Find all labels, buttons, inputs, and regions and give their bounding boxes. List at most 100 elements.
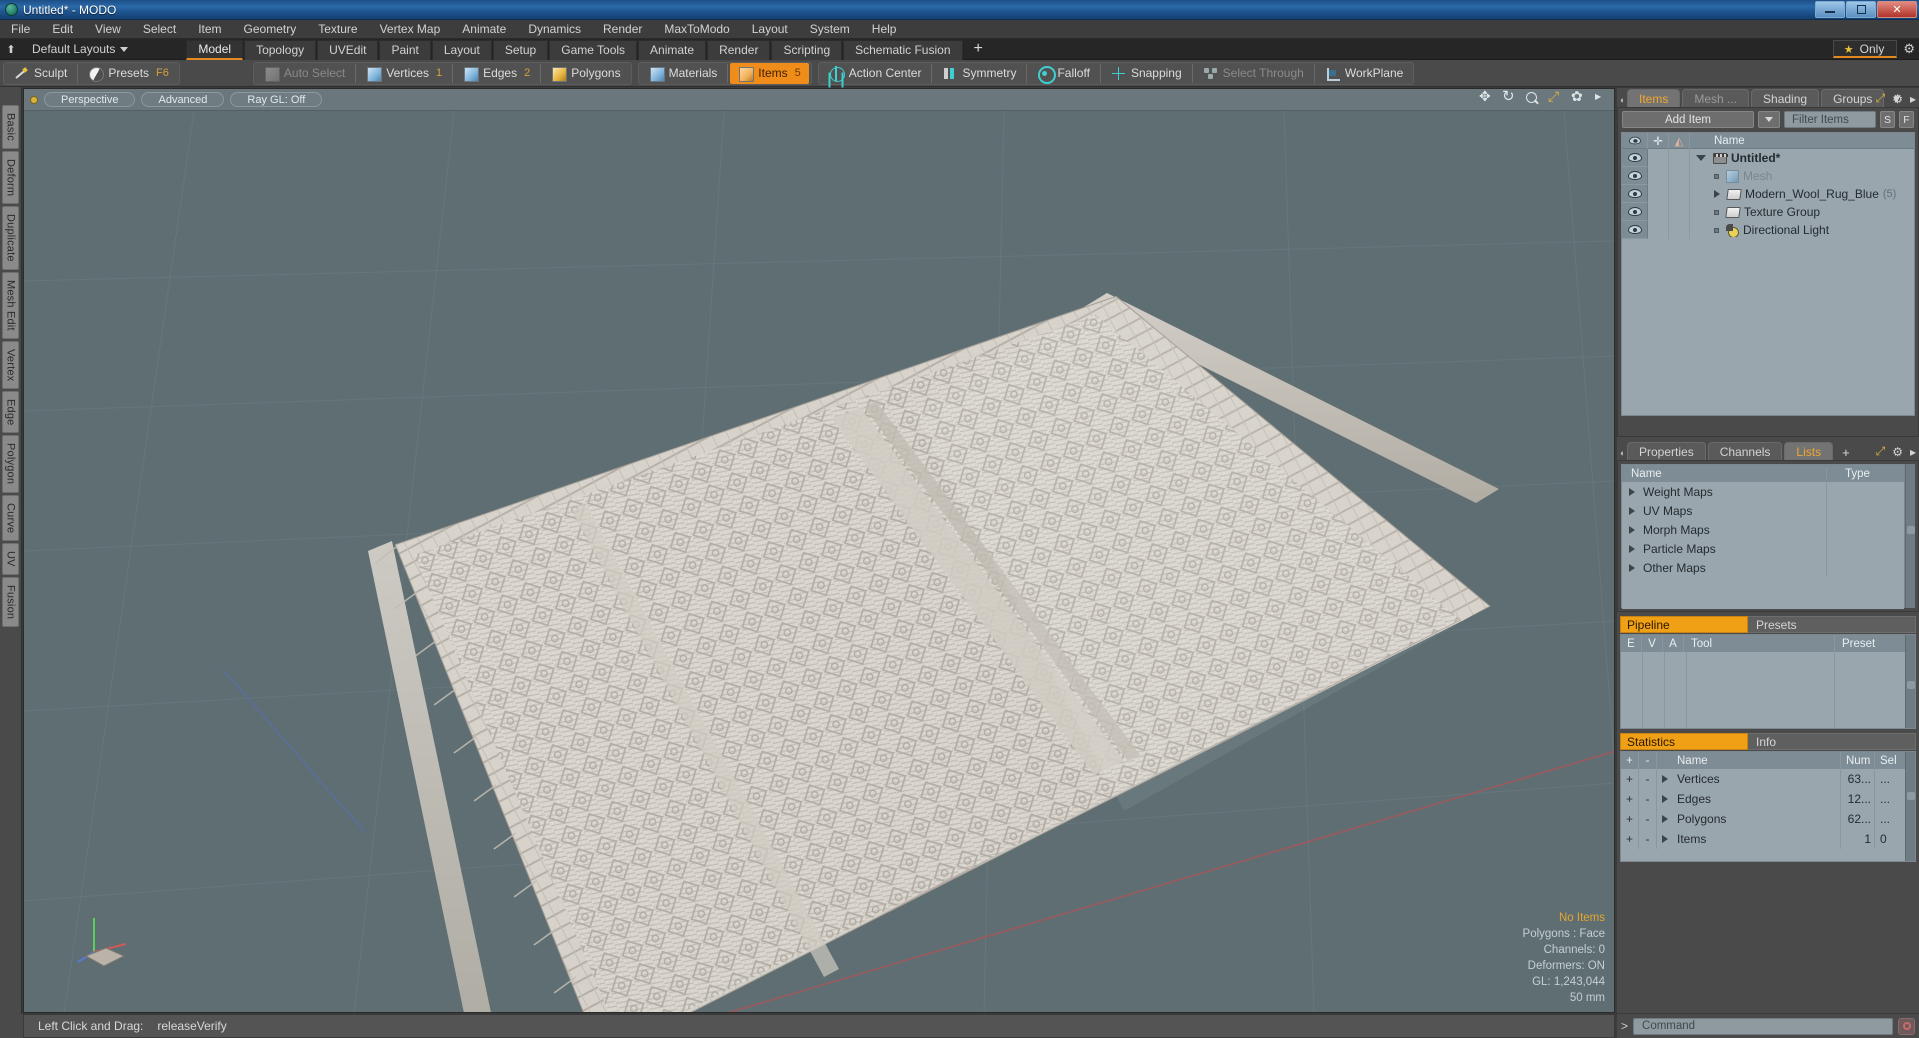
layout-tab-scripting[interactable]: Scripting	[771, 39, 843, 60]
menu-item-layout[interactable]: Layout	[741, 20, 799, 39]
menu-item-view[interactable]: View	[84, 20, 132, 39]
disclosure-closed-icon[interactable]	[1629, 563, 1635, 572]
add-item-dropdown[interactable]	[1758, 111, 1780, 128]
disclosure-closed-icon[interactable]	[1662, 775, 1668, 783]
items-tree-row[interactable]: Untitled*	[1622, 149, 1914, 167]
disclosure-open-icon[interactable]	[1696, 155, 1706, 161]
pipeline-scrollbar[interactable]	[1905, 635, 1915, 728]
record-icon[interactable]	[1898, 1017, 1915, 1035]
tool-button-presets[interactable]: Presets F6	[80, 63, 177, 84]
tool-button-auto-select[interactable]: Auto Select	[256, 63, 353, 84]
tool-button-sculpt[interactable]: Sculpt	[6, 63, 75, 84]
menu-item-item[interactable]: Item	[187, 20, 232, 39]
lock-cell[interactable]	[1648, 167, 1669, 185]
disclosure-closed-icon[interactable]	[1662, 835, 1668, 843]
filter-s-button[interactable]: S	[1880, 111, 1895, 128]
filter-f-button[interactable]: F	[1899, 111, 1914, 128]
minimize-button[interactable]	[1815, 1, 1845, 18]
tool-button-workplane[interactable]: WorkPlane	[1317, 63, 1411, 84]
chevron-right-icon[interactable]: ▸	[1910, 92, 1916, 106]
left-tab-mesh-edit[interactable]: Mesh Edit	[2, 271, 19, 339]
statistics-row[interactable]: + - Vertices 63......	[1621, 769, 1905, 789]
items-tree-row[interactable]: Texture Group	[1622, 203, 1914, 221]
gear-icon[interactable]: ⚙	[1892, 445, 1903, 459]
left-tab-basic[interactable]: Basic	[2, 105, 19, 149]
viewport-shading-button[interactable]: Advanced	[141, 92, 225, 107]
lists-scrollbar[interactable]	[1905, 464, 1915, 608]
command-input[interactable]: Command	[1633, 1017, 1893, 1035]
tab-pipeline[interactable]: Pipeline	[1620, 616, 1748, 633]
chevron-right-icon[interactable]: ▸	[1910, 445, 1916, 459]
render-cell[interactable]	[1669, 167, 1690, 185]
tab-presets[interactable]: Presets	[1748, 616, 1916, 633]
left-tab-uv[interactable]: UV	[2, 542, 19, 575]
menu-item-texture[interactable]: Texture	[307, 20, 368, 39]
close-button[interactable]: ✕	[1877, 1, 1917, 18]
disclosure-closed-icon[interactable]	[1629, 544, 1635, 553]
statistics-scrollbar[interactable]	[1905, 752, 1915, 861]
viewport-raygl-button[interactable]: Ray GL: Off	[230, 92, 323, 107]
render-cell[interactable]	[1669, 185, 1690, 203]
tool-button-polygons[interactable]: Polygons	[543, 63, 628, 84]
stats-remove-button[interactable]: -	[1639, 829, 1657, 849]
visibility-toggle-icon[interactable]	[1622, 149, 1648, 167]
visibility-toggle-icon[interactable]	[1622, 185, 1648, 203]
stats-add-button[interactable]: +	[1621, 829, 1639, 849]
statistics-row[interactable]: + - Items 1 0	[1621, 829, 1905, 849]
layout-tab-render[interactable]: Render	[707, 39, 771, 60]
tab-shading[interactable]: Shading	[1751, 89, 1820, 107]
filter-items-input[interactable]: Filter Items	[1784, 111, 1876, 128]
lock-cell[interactable]	[1648, 185, 1669, 203]
render-cell[interactable]	[1669, 221, 1690, 239]
tab-lists[interactable]: Lists	[1784, 442, 1834, 460]
gear-icon[interactable]: ⚙	[1903, 41, 1915, 57]
tab-info[interactable]: Info	[1748, 733, 1916, 750]
lock-cell[interactable]	[1648, 149, 1669, 167]
lock-cell[interactable]	[1648, 221, 1669, 239]
visibility-toggle-icon[interactable]	[1622, 221, 1648, 239]
layout-tab-topology[interactable]: Topology	[244, 39, 317, 60]
layout-tab-setup[interactable]: Setup	[492, 39, 549, 60]
lists-row[interactable]: Weight Maps	[1622, 482, 1904, 501]
statistics-row[interactable]: + - Edges 12......	[1621, 789, 1905, 809]
items-tree-row[interactable]: Directional Light	[1622, 221, 1914, 239]
tool-button-edges[interactable]: Edges 2	[455, 63, 538, 84]
disclosure-closed-icon[interactable]	[1662, 795, 1668, 803]
panel-menu-icon[interactable]: ◖	[1619, 95, 1624, 105]
menu-item-maxtomodo[interactable]: MaxToModo	[653, 20, 740, 39]
maximize-button[interactable]	[1846, 1, 1876, 18]
axis-gizmo[interactable]	[72, 900, 142, 970]
tool-button-vertices[interactable]: Vertices 1	[358, 63, 450, 84]
render-cell[interactable]	[1669, 203, 1690, 221]
left-tab-curve[interactable]: Curve	[2, 494, 19, 541]
render-cell[interactable]	[1669, 149, 1690, 167]
menu-item-render[interactable]: Render	[592, 20, 653, 39]
panel-menu-icon[interactable]: ◖	[1619, 448, 1624, 458]
lock-cell[interactable]	[1648, 203, 1669, 221]
fit-icon[interactable]	[1548, 89, 1562, 105]
expand-icon[interactable]: ⤢	[1876, 91, 1886, 106]
items-tree-row[interactable]: Mesh	[1622, 167, 1914, 185]
left-tab-duplicate[interactable]: Duplicate	[2, 206, 19, 270]
menu-item-geometry[interactable]: Geometry	[233, 20, 308, 39]
menu-item-help[interactable]: Help	[861, 20, 908, 39]
statistics-row[interactable]: + - Polygons 62......	[1621, 809, 1905, 829]
menu-item-file[interactable]: File	[0, 20, 41, 39]
zoom-icon[interactable]	[1525, 91, 1539, 105]
disclosure-closed-icon[interactable]	[1662, 815, 1668, 823]
tool-button-items[interactable]: Items 5	[730, 62, 809, 84]
disclosure-closed-icon[interactable]	[1629, 506, 1635, 515]
menu-item-system[interactable]: System	[799, 20, 861, 39]
left-tab-fusion[interactable]: Fusion	[2, 576, 19, 627]
visibility-toggle-icon[interactable]	[1622, 167, 1648, 185]
tool-button-falloff[interactable]: Falloff	[1029, 63, 1097, 84]
disclosure-closed-icon[interactable]	[1629, 525, 1635, 534]
tab-items[interactable]: Items	[1627, 89, 1681, 107]
menu-item-vertex-map[interactable]: Vertex Map	[369, 20, 452, 39]
tool-button-materials[interactable]: Materials	[641, 63, 726, 84]
lists-row[interactable]: Other Maps	[1622, 558, 1904, 577]
items-tree-row[interactable]: Modern_Wool_Rug_Blue (5)	[1622, 185, 1914, 203]
stats-remove-button[interactable]: -	[1639, 769, 1657, 789]
layout-tab-paint[interactable]: Paint	[379, 39, 431, 60]
add-item-button[interactable]: Add Item	[1622, 111, 1754, 128]
